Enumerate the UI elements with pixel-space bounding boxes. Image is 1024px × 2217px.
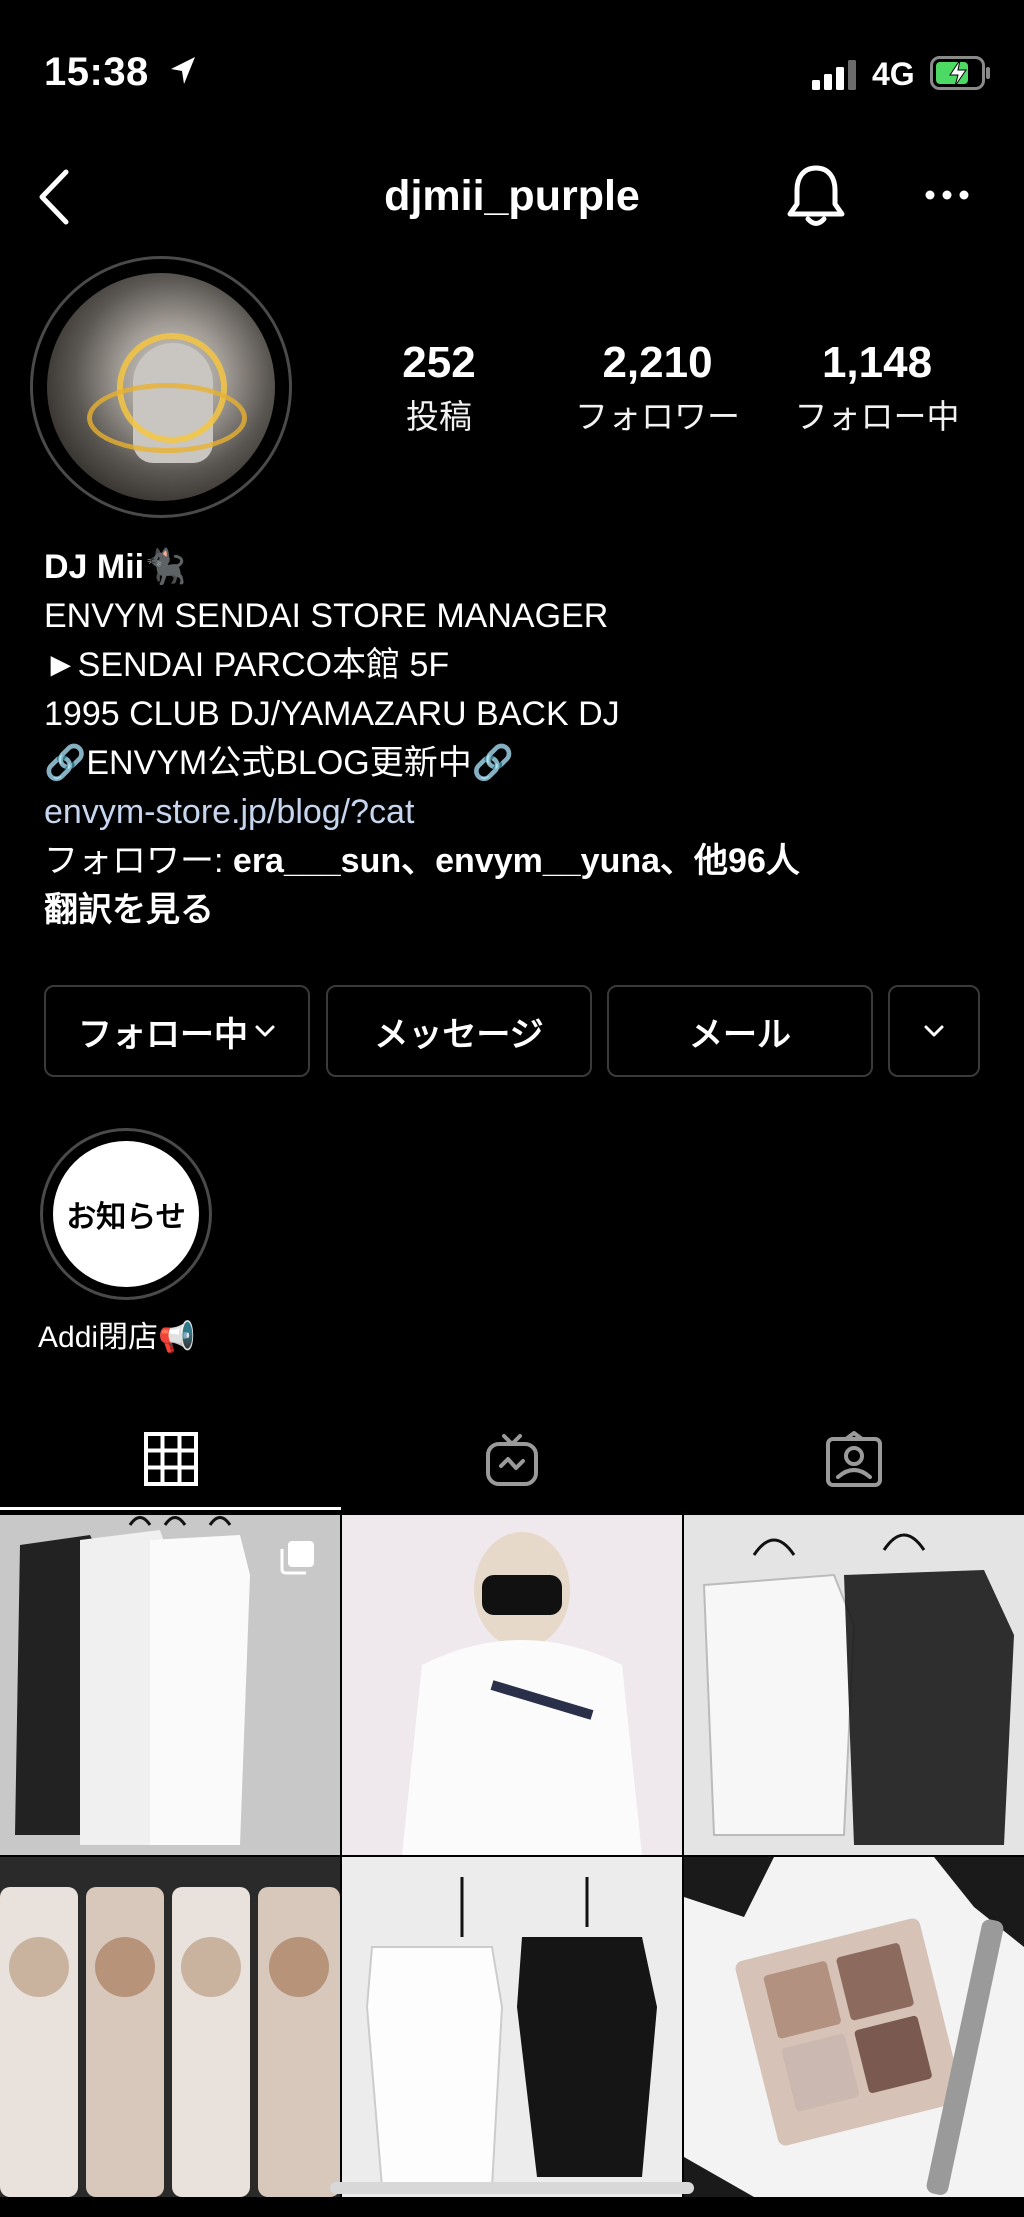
suggested-accounts-button[interactable]	[888, 985, 980, 1077]
bio-link[interactable]: envym-store.jp/blog/?cat	[44, 788, 1004, 837]
signal-icon	[812, 60, 856, 90]
status-bar: 15:38 4G	[0, 0, 1024, 150]
post-thumbnail[interactable]	[342, 1857, 682, 2197]
tab-tagged[interactable]	[683, 1410, 1024, 1510]
battery-charging-icon	[930, 56, 990, 90]
display-name: DJ Mii🐈‍⬛	[44, 548, 187, 586]
post-image	[342, 1515, 682, 1855]
stat-posts[interactable]: 252 投稿	[378, 338, 500, 438]
chevron-down-icon	[255, 1025, 275, 1037]
bio-line: ENVYM SENDAI STORE MANAGER	[44, 597, 609, 635]
grid-icon	[143, 1431, 198, 1486]
profile-header: djmii_purple	[0, 150, 1024, 250]
home-indicator[interactable]	[330, 2182, 694, 2194]
post-thumbnail[interactable]	[0, 1515, 340, 1855]
chevron-down-icon	[924, 1025, 944, 1037]
stat-followers[interactable]: 2,210 フォロワー	[560, 338, 755, 438]
mail-button-label: メール	[689, 1015, 791, 1054]
igtv-icon	[485, 1434, 538, 1486]
profile-username: djmii_purple	[384, 172, 640, 220]
bio-line: 1995 CLUB DJ/YAMAZARU BACK DJ	[44, 695, 620, 733]
tagged-icon	[825, 1431, 882, 1487]
stat-label: 投稿	[406, 398, 472, 435]
following-button[interactable]: フォロー中	[44, 985, 310, 1077]
message-button-label: メッセージ	[374, 1015, 544, 1054]
tab-grid[interactable]	[0, 1410, 341, 1510]
post-image	[0, 1857, 340, 2197]
followed-by-prefix: フォロワー:	[44, 842, 233, 880]
highlight-label[interactable]: Addi閉店📢	[38, 1312, 195, 1356]
bell-icon[interactable]	[784, 162, 848, 230]
location-arrow-icon	[171, 57, 195, 84]
profile-bio: DJ Mii🐈‍⬛ ENVYM SENDAI STORE MANAGER ►SE…	[44, 543, 1004, 935]
post-image	[684, 1857, 1024, 2197]
profile-avatar-ring[interactable]	[30, 256, 292, 518]
avatar[interactable]	[47, 273, 275, 501]
profile-tabs	[0, 1410, 1024, 1510]
stat-label: フォロワー	[575, 398, 740, 435]
post-thumbnail[interactable]	[684, 1857, 1024, 2197]
status-time: 15:38	[44, 50, 149, 94]
followed-by[interactable]: フォロワー: era___sun、envym__yuna、他96人	[44, 837, 1004, 886]
stat-value: 2,210	[602, 338, 713, 387]
stat-label: フォロー中	[794, 398, 960, 435]
more-icon[interactable]	[924, 180, 970, 210]
bio-line: ►SENDAI PARCO本館 5F	[44, 646, 450, 684]
network-type: 4G	[872, 56, 915, 92]
stat-value: 252	[402, 338, 476, 387]
post-thumbnail[interactable]	[684, 1515, 1024, 1855]
avatar-glow	[87, 383, 247, 453]
multi-post-icon	[280, 1541, 314, 1575]
stat-following[interactable]: 1,148 フォロー中	[782, 338, 972, 438]
bio-line: 🔗ENVYM公式BLOG更新中🔗	[44, 744, 515, 782]
highlight-cover: お知らせ	[53, 1141, 199, 1287]
mail-button[interactable]: メール	[607, 985, 873, 1077]
post-thumbnail[interactable]	[342, 1515, 682, 1855]
story-highlight[interactable]: お知らせ	[40, 1128, 212, 1300]
following-button-label: フォロー中	[78, 1015, 248, 1054]
stat-value: 1,148	[821, 338, 933, 387]
followed-by-names: era___sun、envym__yuna、他96人	[232, 842, 800, 880]
post-image	[684, 1515, 1024, 1855]
post-image	[342, 1857, 682, 2197]
post-thumbnail[interactable]	[0, 1857, 340, 2197]
message-button[interactable]: メッセージ	[326, 985, 592, 1077]
tab-igtv[interactable]	[341, 1410, 682, 1510]
translate-link[interactable]: 翻訳を見る	[44, 886, 1004, 935]
